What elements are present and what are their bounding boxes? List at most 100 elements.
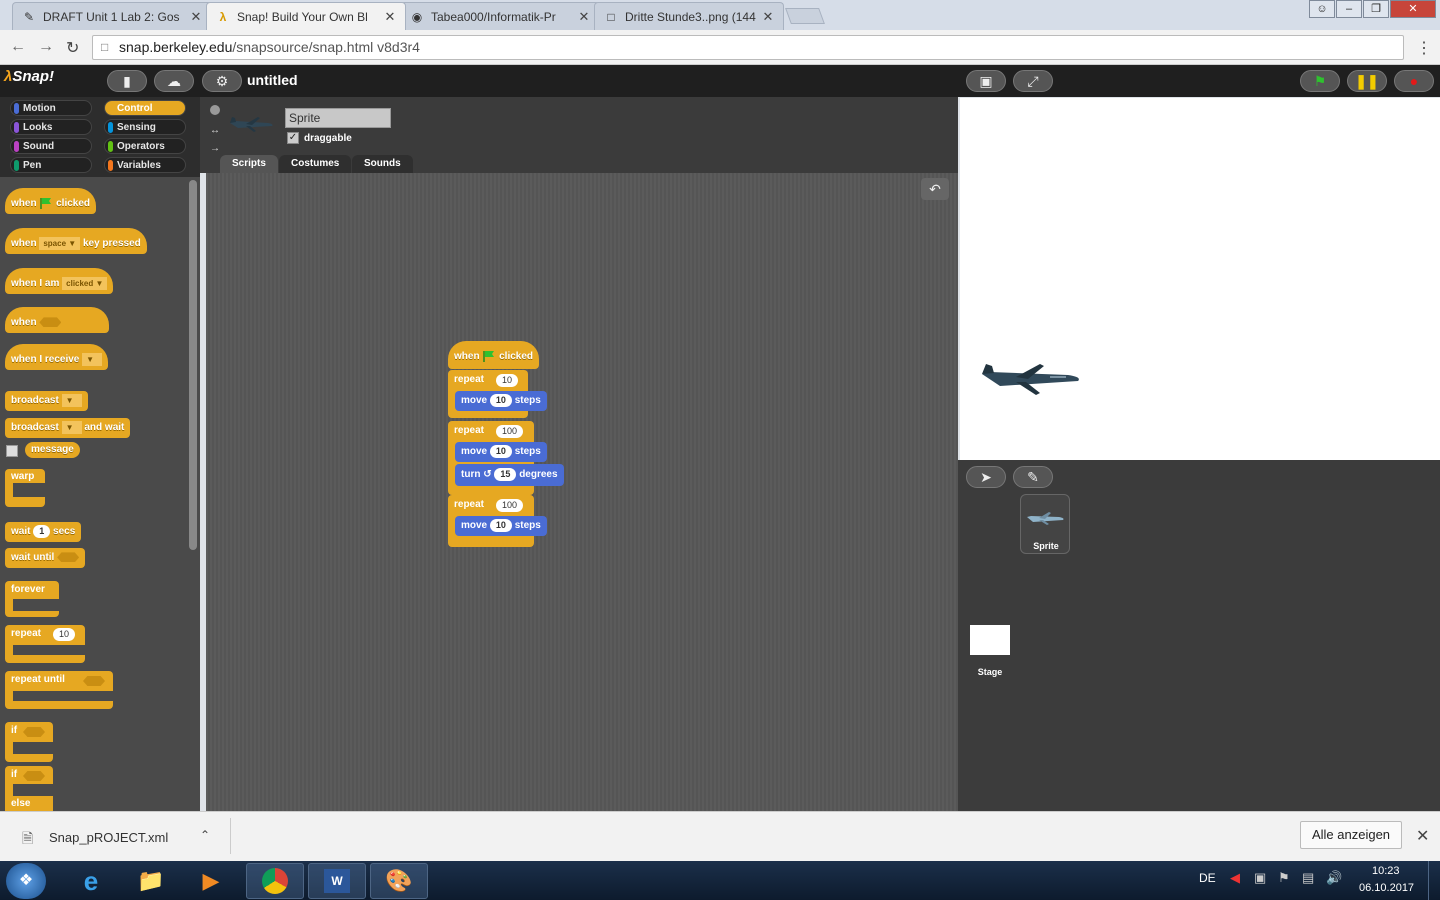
settings-menu-button[interactable]: ⚙ [202, 70, 242, 92]
boolean-slot[interactable] [39, 317, 62, 328]
taskbar-media[interactable]: ▶ [182, 863, 240, 899]
boolean-slot[interactable] [23, 727, 45, 737]
file-menu-button[interactable]: ▮ [107, 70, 147, 92]
number-slot[interactable]: 15 [494, 467, 517, 481]
close-icon[interactable]: ✕ [761, 9, 775, 25]
browser-tab-github[interactable]: ◉ Tabea000/Informatik-Pr ✕ [400, 2, 600, 30]
sprite-name-field[interactable]: Sprite [285, 108, 391, 128]
block-when-condition[interactable]: when [5, 307, 109, 333]
stage[interactable] [960, 98, 1440, 460]
show-all-downloads-button[interactable]: Alle anzeigen [1300, 821, 1402, 849]
number-slot[interactable]: 1 [33, 524, 51, 538]
script-move-2[interactable]: move 10 steps [455, 442, 547, 462]
page-info-icon[interactable]: □ [101, 36, 108, 59]
new-tab-button[interactable] [785, 8, 825, 24]
block-forever[interactable]: forever [5, 581, 59, 617]
block-message[interactable]: message [25, 442, 80, 458]
number-slot[interactable]: 10 [489, 393, 512, 407]
airplane-sprite[interactable] [980, 362, 1084, 398]
script-turn[interactable]: turn ↺ 15 degrees [455, 464, 564, 486]
close-icon[interactable]: ✕ [383, 9, 397, 25]
category-pen[interactable]: Pen [10, 157, 92, 173]
category-sensing[interactable]: Sensing [104, 119, 186, 135]
boolean-slot[interactable] [57, 552, 80, 563]
corral-sprite-icon[interactable]: Sprite [1020, 494, 1070, 554]
menu-icon[interactable]: ⋮ [1416, 38, 1432, 58]
tray-device-icon[interactable]: ▣ [1254, 870, 1266, 886]
category-looks[interactable]: Looks [10, 119, 92, 135]
tab-costumes[interactable]: Costumes [279, 155, 352, 173]
clock-date[interactable]: 06.10.2017 [1359, 882, 1414, 894]
event-dropdown[interactable]: clicked ▼ [62, 276, 108, 290]
cloud-menu-button[interactable]: ☁ [154, 70, 194, 92]
block-when-i-receive[interactable]: when I receive ▼ [5, 344, 109, 370]
category-operators[interactable]: Operators [104, 138, 186, 154]
number-slot[interactable]: 100 [496, 425, 524, 438]
category-control[interactable]: Control [104, 100, 186, 116]
message-dropdown[interactable]: ▼ [82, 352, 103, 366]
close-icon[interactable]: ✕ [1416, 826, 1429, 846]
block-wait-secs[interactable]: wait 1 secs [5, 522, 82, 542]
taskbar-ie[interactable]: e [62, 863, 120, 899]
user-icon[interactable]: ☺ [1309, 0, 1335, 18]
block-if-else[interactable]: if else [5, 766, 53, 811]
number-slot[interactable]: 100 [496, 499, 524, 512]
forward-icon[interactable]: → [38, 38, 54, 56]
block-warp[interactable]: warp [5, 469, 45, 507]
volume-icon[interactable]: 🔊 [1326, 870, 1342, 886]
add-turtle-sprite-button[interactable]: ➤ [966, 466, 1006, 488]
start-button[interactable]: ❖ [6, 863, 46, 899]
notification-flag-icon[interactable]: ◀ [1230, 870, 1240, 886]
action-center-icon[interactable]: ⚑ [1278, 870, 1290, 886]
paint-new-sprite-button[interactable]: ✎ [1013, 466, 1053, 488]
rotation-lr-icon[interactable]: ↔ [210, 125, 220, 136]
undo-drop-button[interactable]: ↶ [921, 178, 949, 200]
block-when-i-am[interactable]: when I am clicked ▼ [5, 268, 114, 294]
block-if[interactable]: if [5, 722, 53, 762]
block-broadcast-and-wait[interactable]: broadcast ▼ and wait [5, 418, 131, 438]
pause-button[interactable]: ❚❚ [1347, 70, 1387, 92]
message-checkbox[interactable] [6, 445, 18, 457]
normal-stage-button[interactable]: ▣ [966, 70, 1006, 92]
stop-button[interactable]: ● [1394, 70, 1434, 92]
presentation-mode-button[interactable]: ⤢ [1013, 70, 1053, 92]
script-move-3[interactable]: move 10 steps [455, 516, 547, 536]
browser-tab-image[interactable]: □ Dritte Stunde3..png (144 ✕ [594, 2, 784, 30]
block-repeat[interactable]: repeat 10 [5, 625, 85, 663]
snap-logo[interactable]: λSnap! [4, 68, 54, 94]
language-indicator[interactable]: DE [1199, 871, 1216, 885]
browser-tab-draft[interactable]: ✎ DRAFT Unit 1 Lab 2: Gos ✕ [12, 2, 212, 30]
palette-scrollbar[interactable] [189, 180, 197, 550]
taskbar-chrome[interactable] [246, 863, 304, 899]
message-dropdown[interactable]: ▼ [61, 393, 82, 407]
rotation-any-icon[interactable] [210, 105, 220, 115]
block-repeat-until[interactable]: repeat until [5, 671, 113, 709]
rotation-none-icon[interactable]: → [210, 143, 220, 154]
category-motion[interactable]: Motion [10, 100, 92, 116]
green-flag-button[interactable]: ⚑ [1300, 70, 1340, 92]
category-sound[interactable]: Sound [10, 138, 92, 154]
show-desktop-button[interactable] [1428, 861, 1440, 900]
maximize-button[interactable]: ❐ [1363, 0, 1389, 18]
taskbar-word[interactable]: W [308, 863, 366, 899]
browser-tab-snap[interactable]: λ Snap! Build Your Own Bl ✕ [206, 2, 406, 30]
key-dropdown[interactable]: space ▼ [39, 236, 81, 250]
minimize-button[interactable]: – [1336, 0, 1362, 18]
block-broadcast[interactable]: broadcast ▼ [5, 391, 88, 411]
boolean-slot[interactable] [83, 676, 105, 686]
url-field[interactable]: □ snap.berkeley.edu/snapsource/snap.html… [92, 35, 1404, 60]
category-variables[interactable]: Variables [104, 157, 186, 173]
number-slot[interactable]: 10 [489, 444, 512, 458]
download-filename[interactable]: Snap_pROJECT.xml [49, 830, 168, 845]
reload-icon[interactable]: ↻ [66, 38, 79, 58]
tab-sounds[interactable]: Sounds [352, 155, 413, 173]
stage-thumbnail[interactable] [970, 625, 1010, 655]
draggable-checkbox[interactable]: ✓ [287, 132, 299, 144]
window-close-button[interactable]: ✕ [1390, 0, 1436, 18]
boolean-slot[interactable] [23, 771, 45, 781]
message-dropdown[interactable]: ▼ [61, 420, 82, 434]
back-icon[interactable]: ← [10, 38, 26, 56]
number-slot[interactable]: 10 [489, 518, 512, 532]
close-icon[interactable]: ✕ [189, 9, 203, 25]
number-slot[interactable]: 10 [496, 374, 519, 387]
